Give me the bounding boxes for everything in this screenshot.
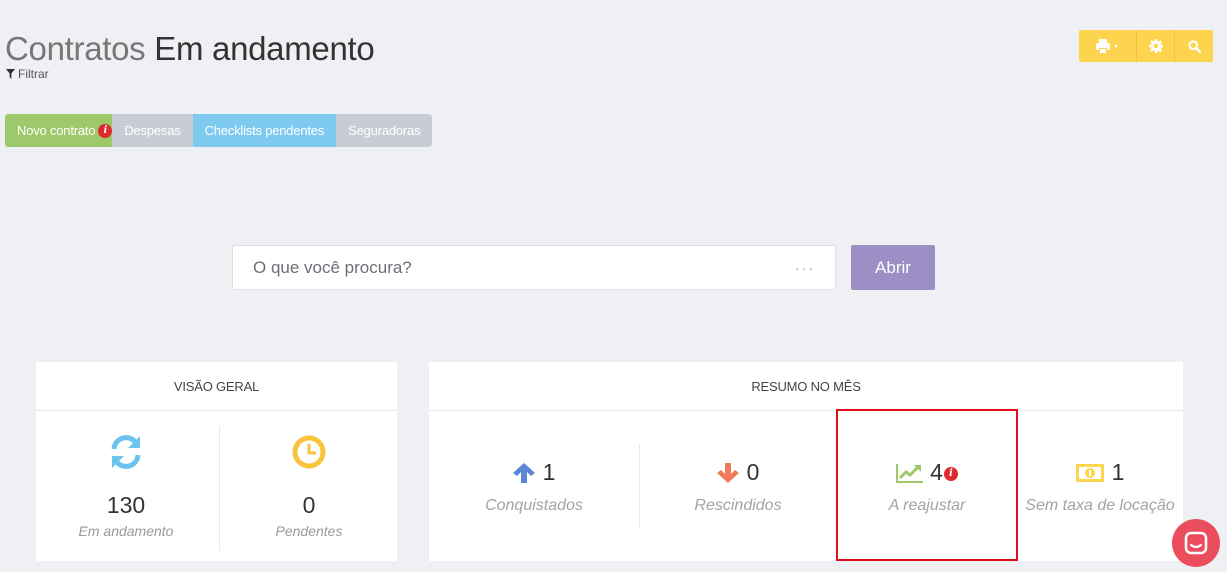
more-options-icon[interactable]: ··· xyxy=(775,260,835,276)
filter-link[interactable]: Filtrar xyxy=(6,67,49,81)
search-box: ··· xyxy=(232,245,836,290)
filter-icon xyxy=(6,69,15,79)
action-tabs: Novo contrato i Despesas Checklists pend… xyxy=(5,114,433,147)
gear-icon xyxy=(1148,39,1163,53)
settings-button[interactable] xyxy=(1137,30,1175,62)
won-count: 1 xyxy=(542,459,556,485)
search-input[interactable] xyxy=(253,257,775,278)
page-title: Contratos Em andamento xyxy=(5,30,375,68)
insurers-label: Seguradoras xyxy=(348,123,421,138)
print-button[interactable] xyxy=(1079,30,1137,62)
won-label: Conquistados xyxy=(485,497,583,514)
search-icon xyxy=(1187,39,1201,53)
chat-button[interactable] xyxy=(1172,519,1220,567)
toolbar xyxy=(1079,30,1213,62)
info-icon: i xyxy=(98,123,113,138)
no-rental-fee-count: 1 xyxy=(1111,459,1125,485)
new-contract-label: Novo contrato xyxy=(17,123,96,138)
overview-card: VISÃO GERAL 130 Em andamento 0 Pendentes xyxy=(36,362,397,561)
arrow-up-icon xyxy=(512,462,535,483)
refresh-icon xyxy=(36,434,216,474)
arrow-down-icon xyxy=(716,462,739,483)
pending-checklists-label: Checklists pendentes xyxy=(204,123,325,138)
pending-checklists-button[interactable]: Checklists pendentes xyxy=(192,114,337,147)
expenses-label: Despesas xyxy=(124,123,181,138)
highlight-box xyxy=(836,409,1018,561)
chat-icon xyxy=(1184,531,1208,555)
page-title-section: Contratos xyxy=(5,30,146,67)
in-progress-label: Em andamento xyxy=(78,523,174,539)
clock-icon xyxy=(219,434,399,474)
filter-label: Filtrar xyxy=(18,67,49,81)
page-title-status: Em andamento xyxy=(154,30,375,67)
money-icon xyxy=(1075,463,1104,482)
no-rental-fee-label: Sem taxa de locação xyxy=(1025,497,1175,514)
summary-won[interactable]: 1 Conquistados xyxy=(429,412,639,561)
expenses-button[interactable]: Despesas xyxy=(112,114,193,147)
summary-terminated[interactable]: 0 Rescindidos xyxy=(639,412,837,561)
summary-card: RESUMO NO MÊS 1 Conquistados 0 Rescindid… xyxy=(429,362,1183,561)
in-progress-count: 130 xyxy=(106,492,146,518)
overview-pending[interactable]: 0 Pendentes xyxy=(219,412,399,561)
summary-title: RESUMO NO MÊS xyxy=(429,362,1183,411)
summary-no-rental-fee[interactable]: 1 Sem taxa de locação xyxy=(1017,412,1183,561)
insurers-button[interactable]: Seguradoras xyxy=(336,114,433,147)
pending-count: 0 xyxy=(302,492,316,518)
print-icon xyxy=(1095,39,1118,53)
terminated-count: 0 xyxy=(746,459,760,485)
open-button[interactable]: Abrir xyxy=(851,245,935,290)
search-button[interactable] xyxy=(1175,30,1213,62)
new-contract-button[interactable]: Novo contrato i xyxy=(5,114,113,147)
terminated-label: Rescindidos xyxy=(694,497,782,514)
pending-label: Pendentes xyxy=(275,523,343,539)
overview-in-progress[interactable]: 130 Em andamento xyxy=(36,412,216,561)
overview-title: VISÃO GERAL xyxy=(36,362,397,411)
